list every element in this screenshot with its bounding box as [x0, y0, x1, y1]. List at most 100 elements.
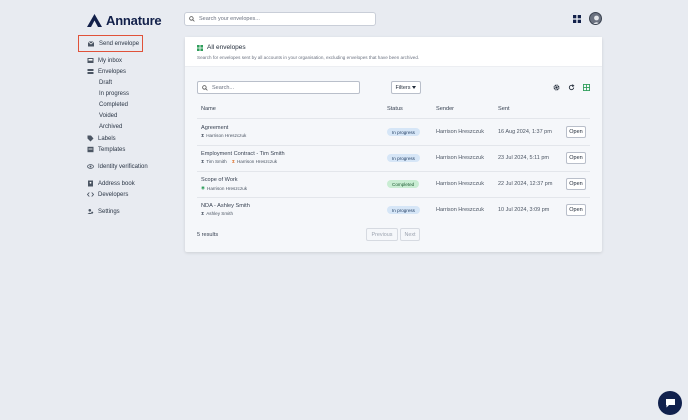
sender-name: Harrison Hreszczuk [436, 129, 484, 135]
nav-developers-label: Developers [98, 191, 129, 198]
nav-address-book[interactable]: Address book [87, 180, 135, 187]
search-icon [202, 84, 208, 91]
sent-date: 22 Jul 2024, 12:37 pm [498, 181, 553, 187]
search-icon [189, 16, 195, 22]
template-icon [87, 146, 94, 153]
status-badge: In progress [387, 154, 420, 162]
hourglass-pending-icon: ⧗ [231, 159, 235, 164]
global-search-input[interactable] [199, 16, 369, 22]
nav-labels[interactable]: Labels [87, 135, 116, 142]
results-count: 5 results [197, 232, 219, 238]
send-envelope-button[interactable]: Send envelope [78, 35, 143, 52]
sent-date: 23 Jul 2024, 5:11 pm [498, 155, 549, 161]
hourglass-icon: ⧗ [201, 159, 205, 164]
export-grid-icon[interactable] [583, 84, 590, 91]
open-button[interactable]: Open [566, 178, 586, 190]
column-header-sent[interactable]: Sent [498, 106, 510, 112]
brand-name: Annature [106, 13, 162, 28]
signers-list: ⧗ Tim Smith ⧗ Harrison Hreszczuk [201, 159, 277, 164]
send-envelope-label: Send envelope [99, 40, 140, 47]
signer-name: Harrison Hreszczuk [236, 159, 278, 164]
nav-envelopes-label: Envelopes [98, 68, 127, 75]
previous-page-button[interactable]: Previous [366, 228, 398, 241]
nav-settings-label: Settings [98, 208, 120, 215]
envelope-search-input[interactable] [212, 84, 357, 91]
page-description: Search for envelopes sent by all account… [197, 55, 420, 60]
signers-list: ◉ Harrison Hreszczuk [201, 185, 247, 191]
envelopes-icon [87, 69, 94, 74]
nav-address-book-label: Address book [98, 180, 135, 187]
nav-templates-label: Templates [98, 146, 126, 153]
tag-icon [87, 135, 94, 142]
chat-launcher[interactable] [658, 391, 682, 415]
grid-icon [197, 44, 203, 51]
signer-name: Harrison Hreszczuk [206, 133, 247, 138]
envelope-name[interactable]: Employment Contract - Tim Smith [201, 151, 285, 157]
column-header-status[interactable]: Status [387, 106, 403, 112]
apps-grid-icon[interactable] [573, 15, 581, 23]
signers-list: ⧗ Harrison Hreszczuk [201, 133, 246, 138]
brand-logo[interactable]: Annature [87, 13, 162, 28]
sender-name: Harrison Hreszczuk [436, 181, 484, 187]
next-page-button[interactable]: Next [400, 228, 420, 241]
user-avatar[interactable] [589, 12, 602, 25]
nav-draft[interactable]: Draft [99, 80, 112, 86]
envelope-name[interactable]: NDA - Ashley Smith [201, 203, 250, 209]
open-button[interactable]: Open [566, 152, 586, 164]
user-icon [592, 15, 601, 24]
nav-in-progress[interactable]: In progress [99, 91, 129, 97]
envelope-name[interactable]: Scope of Work [201, 177, 238, 183]
signer-name: Harrison Hreszczuk [207, 185, 248, 191]
code-icon [87, 192, 94, 197]
send-envelope-icon [88, 40, 95, 46]
envelope-search[interactable] [197, 81, 360, 94]
nav-developers[interactable]: Developers [87, 191, 128, 198]
filters-label: Filters [395, 84, 411, 91]
hourglass-icon: ⧗ [201, 133, 205, 138]
status-badge: In progress [387, 206, 420, 214]
nav-identity-verification[interactable]: Identity verification [87, 163, 148, 170]
column-header-sender[interactable]: Sender [436, 106, 454, 112]
status-badge: In progress [387, 128, 420, 136]
page-title: All envelopes [207, 44, 246, 51]
table-row[interactable]: NDA - Ashley Smith ⧗ Ashley Smith In pro… [197, 197, 590, 223]
annature-logo-icon [87, 14, 102, 27]
sent-date: 16 Aug 2024, 1:37 pm [498, 129, 552, 135]
open-button[interactable]: Open [566, 126, 586, 138]
table-row[interactable]: Employment Contract - Tim Smith ⧗ Tim Sm… [197, 145, 590, 171]
chat-icon [665, 399, 675, 408]
address-book-icon [88, 180, 93, 187]
open-button[interactable]: Open [566, 204, 586, 216]
refresh-icon[interactable] [568, 84, 575, 91]
nav-templates[interactable]: Templates [87, 146, 125, 153]
sender-name: Harrison Hreszczuk [436, 207, 484, 213]
signer-name: Ashley Smith [206, 211, 234, 216]
settings-users-icon [87, 209, 94, 214]
nav-completed[interactable]: Completed [99, 102, 128, 108]
envelopes-panel: All envelopes Search for envelopes sent … [185, 37, 602, 252]
column-header-name[interactable]: Name [201, 106, 216, 112]
nav-identity-label: Identity verification [98, 163, 148, 170]
signer-name: Tim Smith [206, 159, 227, 164]
nav-settings[interactable]: Settings [87, 208, 120, 215]
sender-name: Harrison Hreszczuk [436, 155, 484, 161]
filters-button[interactable]: Filters [391, 81, 421, 94]
nav-my-inbox[interactable]: My inbox [87, 57, 122, 64]
nav-voided[interactable]: Voided [99, 113, 117, 119]
nav-my-inbox-label: My inbox [98, 57, 123, 64]
nav-archived[interactable]: Archived [99, 124, 122, 130]
panel-header: All envelopes Search for envelopes sent … [185, 37, 602, 67]
caret-down-icon [412, 86, 417, 89]
signers-list: ⧗ Ashley Smith [201, 211, 233, 216]
nav-labels-label: Labels [98, 135, 116, 142]
table-row[interactable]: Agreement ⧗ Harrison Hreszczuk In progre… [197, 119, 590, 145]
status-badge: Completed [387, 180, 420, 188]
global-search[interactable] [184, 12, 376, 26]
inbox-icon [87, 58, 94, 63]
envelope-name[interactable]: Agreement [201, 125, 228, 131]
gear-icon[interactable] [553, 84, 560, 91]
table-row[interactable]: Scope of Work ◉ Harrison Hreszczuk Compl… [197, 171, 590, 197]
check-circle-icon: ◉ [201, 185, 206, 190]
eye-icon [87, 164, 94, 169]
nav-envelopes[interactable]: Envelopes [87, 68, 126, 75]
